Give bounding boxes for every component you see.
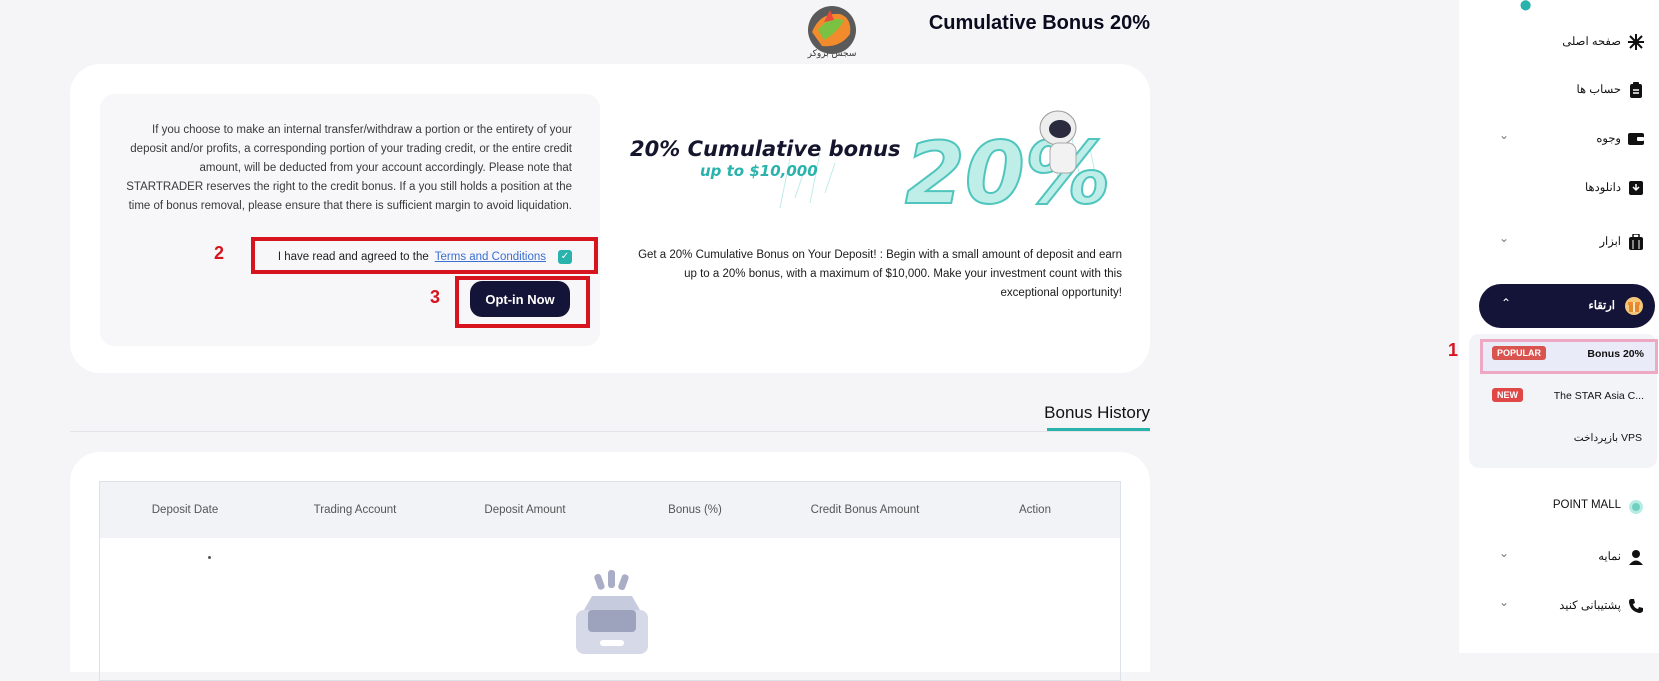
chevron-up-icon: ⌃ — [1501, 296, 1512, 310]
submenu-item-star-asia[interactable]: NEW The STAR Asia C... — [1492, 388, 1644, 408]
bonus-notice-text: If you choose to make an internal transf… — [126, 124, 572, 212]
submenu-item-label: بازپرداخت VPS — [1573, 432, 1642, 444]
promo-description: Get a 20% Cumulative Bonus on Your Depos… — [638, 249, 1122, 299]
col-deposit-date: Deposit Date — [151, 504, 219, 516]
empty-box-icon — [576, 570, 648, 654]
sidebar-item-label: حساب ها — [1576, 84, 1621, 96]
chevron-down-icon: ⌄ — [1499, 546, 1510, 560]
banner-big-number: 20% — [905, 124, 1111, 224]
toolbox-icon — [1625, 231, 1647, 253]
submenu-item-vps-refund[interactable]: بازپرداخت VPS — [1492, 430, 1642, 450]
annotation-3: 3 — [430, 287, 441, 307]
submenu-item-label: The STAR Asia C... — [1553, 390, 1644, 402]
clipboard-icon — [1625, 79, 1647, 101]
col-trading-account: Trading Account — [313, 504, 397, 516]
bonus-banner: 20% Cumulative bonus up to $10,000 20% — [630, 98, 1126, 228]
phone-icon — [1625, 595, 1647, 617]
sidebar-item-tools[interactable]: ⌄ ابزار — [1459, 228, 1659, 258]
logo-caption: سجس بروکر — [807, 49, 857, 59]
chevron-down-icon: ⌄ — [1499, 231, 1510, 245]
sidebar-item-point-mall[interactable]: POINT MALL — [1459, 493, 1659, 523]
gift-icon — [1623, 295, 1645, 317]
col-bonus-percent: Bonus (%) — [668, 504, 722, 516]
gear-icon — [1625, 31, 1647, 53]
sidebar-item-label: دانلودها — [1585, 182, 1621, 194]
col-action: Action — [1019, 504, 1051, 516]
sidebar-item-label: ابزار — [1599, 236, 1622, 248]
sidebar-item-profile[interactable]: ⌄ نمایه — [1459, 543, 1659, 573]
sidebar-item-home[interactable]: صفحه اصلی — [1459, 28, 1659, 58]
sidebar-item-label: پشتیبانی کنید — [1559, 600, 1621, 612]
section-divider — [70, 431, 1150, 432]
opt-in-button[interactable]: Opt-in Now — [470, 281, 570, 317]
banner-subline: up to $10,000 — [700, 162, 818, 180]
sidebar-item-accounts[interactable]: حساب ها — [1459, 76, 1659, 106]
bonus-history-tab[interactable]: Bonus History — [1010, 403, 1150, 423]
coin-icon — [1625, 496, 1647, 518]
chevron-down-icon: ⌄ — [1499, 595, 1510, 609]
sidebar-item-downloads[interactable]: دانلودها — [1459, 174, 1659, 204]
wallet-icon — [1625, 128, 1647, 150]
sidebar-item-label: POINT MALL — [1552, 499, 1621, 511]
agree-text: I have read and agreed to the — [277, 251, 429, 263]
annotation-1: 1 — [1448, 340, 1459, 360]
empty-marker — [208, 556, 211, 559]
col-credit-bonus-amount: Credit Bonus Amount — [810, 504, 920, 516]
terms-link[interactable]: Terms and Conditions — [435, 251, 546, 263]
page-title: Cumulative Bonus 20% — [928, 12, 1150, 34]
new-badge: NEW — [1492, 388, 1523, 402]
sidebar-item-label: صفحه اصلی — [1562, 36, 1621, 48]
submenu-item-bonus-20[interactable]: POPULAR Bonus 20% — [1492, 346, 1644, 366]
annotation-2: 2 — [214, 243, 225, 263]
banner-headline: 20% Cumulative bonus — [630, 137, 900, 161]
submenu-item-label: Bonus 20% — [1587, 348, 1644, 360]
col-deposit-amount: Deposit Amount — [484, 504, 566, 516]
sidebar-item-support[interactable]: ⌄ پشتیبانی کنید — [1459, 592, 1659, 622]
sidebar-item-label: وجوه — [1596, 133, 1621, 145]
user-icon — [1625, 546, 1647, 568]
table-header: Deposit Date Trading Account Deposit Amo… — [100, 482, 1120, 538]
download-icon — [1625, 177, 1647, 199]
sidebar-item-label: ارتقاء — [1588, 300, 1615, 312]
sidebar-brand-fragment: ⬤ — [1520, 0, 1532, 11]
popular-badge: POPULAR — [1492, 346, 1547, 360]
agree-checkbox[interactable]: ✓ — [558, 250, 572, 264]
sidebar-item-promotions[interactable]: ⌃ ارتقاء — [1479, 284, 1655, 328]
terms-agreement-row: I have read and agreed to the Terms and … — [262, 249, 572, 265]
sidebar-item-label: نمایه — [1598, 551, 1621, 563]
chevron-down-icon: ⌄ — [1499, 128, 1510, 142]
sidebar-item-funds[interactable]: ⌄ وجوه — [1459, 125, 1659, 155]
